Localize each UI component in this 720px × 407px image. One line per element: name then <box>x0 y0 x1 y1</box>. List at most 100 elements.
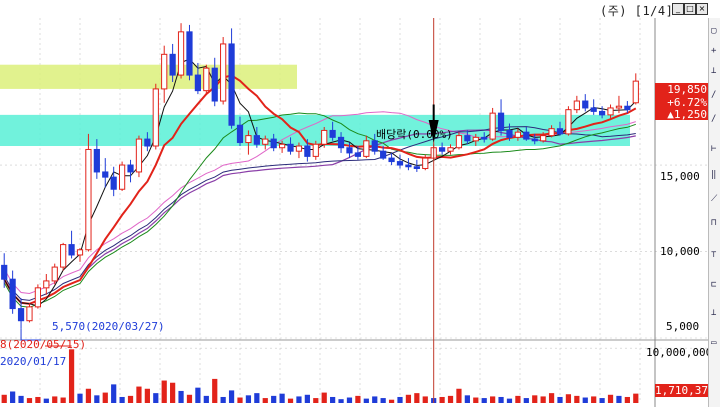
candle-body <box>514 131 522 138</box>
candle-body <box>438 147 446 152</box>
candle-body <box>556 128 564 135</box>
volume-bar <box>481 398 487 403</box>
volume-bar <box>599 398 605 403</box>
candle-body <box>17 308 25 322</box>
volume-bar <box>77 393 83 403</box>
toolbar-icon-9[interactable]: ⊓ <box>711 218 719 228</box>
volume-bar <box>405 394 412 403</box>
candle-body <box>337 136 345 149</box>
candle-body <box>590 107 597 112</box>
volume-bar <box>220 396 226 403</box>
candle-body <box>270 138 277 149</box>
volume-bar <box>548 393 555 403</box>
volume-bar <box>186 394 193 403</box>
current-volume: 1,710,376 <box>655 384 715 397</box>
volume-bar <box>456 388 462 403</box>
price-band <box>0 64 297 89</box>
volume-bar <box>338 399 344 403</box>
candle-body <box>598 110 606 116</box>
volume-bar <box>633 393 639 403</box>
candle-body <box>228 43 235 126</box>
volume-bar <box>557 396 563 403</box>
toolbar-icon-6[interactable]: ⊢ <box>711 144 719 154</box>
candle-body <box>388 157 395 163</box>
toolbar-icon-10[interactable]: ⊤ <box>711 250 719 260</box>
dividend-annotation: 배당락(0.00%) <box>376 128 453 141</box>
candle-body <box>253 135 260 145</box>
toolbar-icon-13[interactable]: ▭ <box>711 338 719 348</box>
volume-bar <box>111 384 117 403</box>
toolbar-icon-7[interactable]: ‖ <box>711 170 719 180</box>
volume-bar <box>414 393 420 403</box>
close-button[interactable]: × <box>696 3 708 15</box>
volume-bar <box>490 396 496 403</box>
volume-bar <box>330 396 336 403</box>
candle-body <box>380 150 387 159</box>
candle-body <box>194 74 202 92</box>
current-price: 19,850 <box>655 83 709 96</box>
volume-bar <box>10 391 16 403</box>
volume-bar <box>380 398 386 403</box>
volume-bar <box>68 349 75 403</box>
volume-bar <box>616 395 622 403</box>
candle-body <box>144 138 151 147</box>
candle-body <box>236 124 244 144</box>
candle-body <box>118 164 126 190</box>
volume-bar <box>43 398 49 403</box>
candle-body <box>607 107 614 116</box>
volume-bar <box>279 393 285 403</box>
volume-bar <box>271 395 277 403</box>
candle-body <box>447 147 454 152</box>
volume-bar <box>26 398 33 403</box>
volume-high-annotation: 8(2020/05/15) <box>0 338 87 351</box>
toolbar-icon-8[interactable]: ⟋ <box>711 194 719 204</box>
volume-bar <box>439 396 445 403</box>
candle-body <box>548 128 555 137</box>
candle-body <box>51 266 58 282</box>
volume-bar <box>161 380 167 403</box>
volume-bar <box>363 398 369 403</box>
volume-bar <box>245 395 252 403</box>
candle-body <box>405 164 412 168</box>
window-title: (주) [1/4] <box>600 4 674 18</box>
candle-body <box>304 145 311 157</box>
volume-date-annotation: 2020/01/17 <box>0 355 67 368</box>
candle-body <box>85 148 92 251</box>
candle-body <box>329 129 336 138</box>
candle-body <box>624 105 631 111</box>
toolbar-icon-3[interactable]: ⊥ <box>711 66 719 76</box>
candle-body <box>523 131 530 140</box>
volume-bar <box>18 395 24 403</box>
stock-chart[interactable] <box>0 18 708 407</box>
candle-body <box>152 88 159 147</box>
volume-bar <box>607 394 614 403</box>
volume-bar <box>397 396 403 403</box>
candle-body <box>110 176 117 190</box>
candle-body <box>262 138 269 145</box>
maximize-button[interactable]: □ <box>684 3 696 15</box>
candle-body <box>169 53 176 76</box>
toolbar-icon-1[interactable]: ▢ <box>711 26 719 36</box>
volume-bar <box>254 393 260 403</box>
minimize-button[interactable]: _ <box>672 3 684 15</box>
volume-bar <box>262 398 268 403</box>
volume-bar <box>153 393 159 403</box>
volume-bar <box>515 395 521 403</box>
candle-body <box>135 138 143 173</box>
price-axis-label-15000: 15,000 <box>660 170 700 183</box>
candle-body <box>363 140 370 157</box>
volume-bar <box>287 398 294 403</box>
candle-body <box>540 135 547 142</box>
price-change-pct: +6.72% <box>655 96 709 109</box>
candle-body <box>489 112 496 140</box>
toolbar-icon-11[interactable]: ⊏ <box>711 280 719 290</box>
toolbar-icon-12[interactable]: ⟂ <box>711 308 719 318</box>
volume-bar <box>464 395 470 403</box>
volume-bar <box>195 387 201 403</box>
toolbar-icon-2[interactable]: + <box>711 46 719 56</box>
toolbar-icon-4[interactable]: / <box>711 90 719 100</box>
volume-bar <box>119 396 125 403</box>
toolbar-icon-5[interactable]: / <box>711 114 719 124</box>
candle-body <box>295 145 303 152</box>
candle-body <box>312 143 319 157</box>
